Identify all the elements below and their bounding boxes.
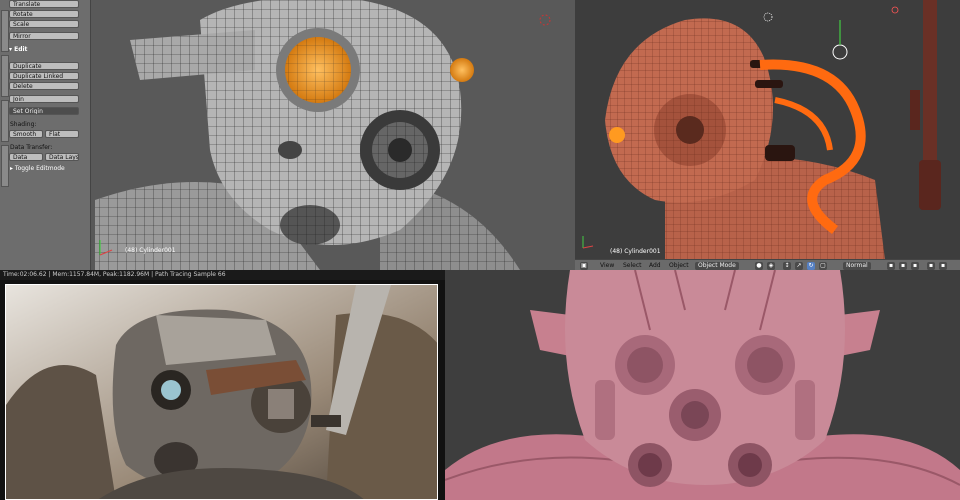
- data-button[interactable]: Data: [9, 153, 43, 161]
- data-lays-button[interactable]: Data Lays: [45, 153, 79, 161]
- object-menu[interactable]: Object: [669, 262, 689, 270]
- pink-sculpt-render: [445, 270, 960, 500]
- add-menu[interactable]: Add: [649, 262, 661, 270]
- tool-shelf: Translate Rotate Scale Mirror ▾ Edit Dup…: [0, 0, 91, 270]
- layer-icon[interactable]: ▪: [887, 262, 895, 270]
- edit-panel-header[interactable]: ▾ Edit: [9, 46, 27, 53]
- layer-icon[interactable]: ▪: [899, 262, 907, 270]
- data-transfer-label: Data Transfer:: [10, 144, 53, 151]
- photoreal-robot-render: [6, 285, 437, 499]
- duplicate-linked-button[interactable]: Duplicate Linked: [9, 72, 79, 80]
- view-menu[interactable]: View: [600, 262, 614, 270]
- tab-create[interactable]: [1, 55, 9, 97]
- flat-button[interactable]: Flat: [45, 130, 79, 138]
- smooth-button[interactable]: Smooth: [9, 130, 43, 138]
- mirror-button[interactable]: Mirror: [9, 32, 79, 40]
- shading-icon[interactable]: ●: [755, 262, 763, 270]
- mode-dropdown[interactable]: Object Mode: [695, 262, 739, 270]
- final-render-image: [5, 284, 438, 500]
- render-view[interactable]: Time:02:06.62 | Mem:1157.84M, Peak:1182.…: [0, 270, 445, 500]
- tab-animation[interactable]: [1, 145, 9, 187]
- render-status: Time:02:06.62 | Mem:1157.84M, Peak:1182.…: [0, 270, 445, 280]
- layer-icon[interactable]: ▪: [939, 262, 947, 270]
- layer-icon[interactable]: ▪: [927, 262, 935, 270]
- clay-robot-render: [575, 0, 960, 260]
- shading-label: Shading:: [10, 121, 37, 128]
- orientation-dropdown[interactable]: Normal: [843, 262, 871, 270]
- rotate-icon[interactable]: ↻: [807, 262, 815, 270]
- tab-relations[interactable]: [1, 100, 9, 142]
- viewport-wireframe[interactable]: Translate Rotate Scale Mirror ▾ Edit Dup…: [0, 0, 575, 270]
- rotate-button[interactable]: Rotate: [9, 10, 79, 18]
- duplicate-button[interactable]: Duplicate: [9, 62, 79, 70]
- viewport-clay[interactable]: (48) Cylinder001: [575, 0, 960, 260]
- viewport-sculpt[interactable]: [445, 270, 960, 500]
- editor-type-icon[interactable]: ▣: [580, 262, 588, 270]
- manipulator-icon[interactable]: ↕: [783, 262, 791, 270]
- object-label: (48) Cylinder001: [125, 247, 176, 254]
- select-menu[interactable]: Select: [623, 262, 642, 270]
- scale-icon[interactable]: ▢: [819, 262, 827, 270]
- pivot-icon[interactable]: ◈: [767, 262, 775, 270]
- translate-button[interactable]: Translate: [9, 0, 79, 8]
- set-origin-dropdown[interactable]: Set Origin: [9, 107, 79, 115]
- scale-button[interactable]: Scale: [9, 20, 79, 28]
- tab-tools[interactable]: [1, 10, 9, 52]
- layer-icon[interactable]: ▪: [911, 262, 919, 270]
- delete-button[interactable]: Delete: [9, 82, 79, 90]
- object-label-right: (48) Cylinder001: [610, 248, 661, 255]
- blender-workspace: Translate Rotate Scale Mirror ▾ Edit Dup…: [0, 0, 960, 500]
- join-button[interactable]: Join: [9, 95, 79, 103]
- translate-icon[interactable]: ↗: [795, 262, 803, 270]
- toggle-editmode-header[interactable]: ▸ Toggle Editmode: [10, 165, 65, 172]
